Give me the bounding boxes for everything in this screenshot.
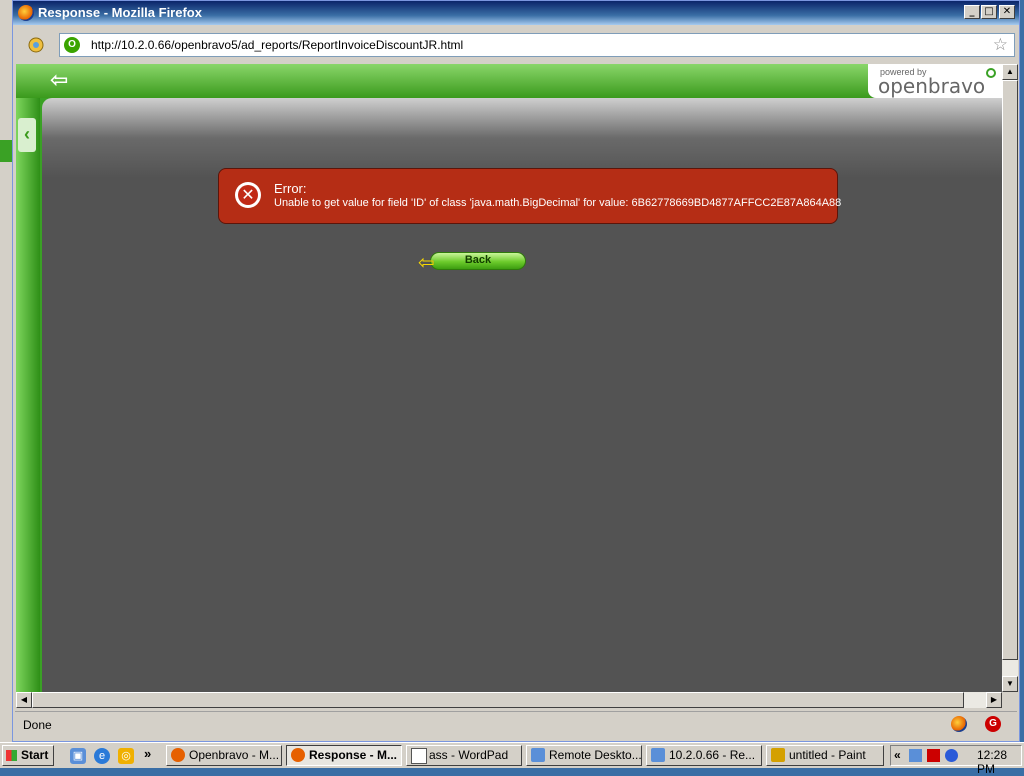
maximize-button[interactable]: □ [981,5,997,19]
page-content: ⇦ powered by openbravo ‹ ✕ Error: Unable… [16,64,1002,692]
remote-desktop-icon [651,748,665,762]
main-panel: ✕ Error: Unable to get value for field '… [42,98,1002,692]
horizontal-scroll-thumb[interactable] [32,692,964,708]
firefox-icon [171,748,185,762]
url-text[interactable]: http://10.2.0.66/openbravo5/ad_reports/R… [91,38,463,52]
firefox-status-icon[interactable] [951,716,967,732]
error-title: Error: [274,181,307,196]
back-arrow-icon[interactable]: ⇦ [418,250,435,274]
vertical-scroll-thumb[interactable] [1002,80,1018,660]
back-arrow-icon[interactable]: ⇦ [50,68,68,93]
title-bar[interactable]: Response - Mozilla Firefox _ □ ✕ [13,1,1019,25]
firefox-icon [291,748,305,762]
task-label: 10.2.0.66 - Re... [669,748,756,762]
browser-window: Response - Mozilla Firefox _ □ ✕ O http:… [12,0,1020,742]
url-bar[interactable]: O http://10.2.0.66/openbravo5/ad_reports… [59,33,1015,57]
task-label: Remote Deskto... [549,748,642,762]
back-button[interactable]: Back ⇦ [418,250,526,274]
scroll-left-arrow-icon[interactable]: ◀ [16,692,32,708]
system-tray: « 12:28 PM [890,745,1022,776]
windows-logo-icon [6,750,17,761]
logo-wordmark: openbravo [878,74,986,98]
task-openbravo[interactable]: Openbravo - M... [166,745,282,766]
collapse-menu-button[interactable]: ‹ [18,118,36,152]
paint-icon [771,748,785,762]
site-identity-icon[interactable]: O [64,37,80,53]
ie-icon[interactable]: e [94,748,110,764]
task-remote-desktop-1[interactable]: Remote Deskto... [526,745,642,766]
task-remote-desktop-2[interactable]: 10.2.0.66 - Re... [646,745,762,766]
task-label: Response - M... [309,748,398,762]
horizontal-scrollbar[interactable]: ◀ ▶ [16,692,1002,708]
error-message-box: ✕ Error: Unable to get value for field '… [218,168,842,224]
status-text: Done [23,718,52,732]
back-button-label[interactable]: Back [430,254,526,266]
minimize-button[interactable]: _ [964,5,980,19]
info-icon[interactable] [945,749,958,762]
error-message: Unable to get value for field 'ID' of cl… [274,197,842,209]
tray-expand-icon[interactable]: « [894,748,901,762]
flag-icon[interactable] [927,749,940,762]
wordpad-icon [411,748,427,764]
scroll-up-arrow-icon[interactable]: ▲ [1002,64,1018,80]
taskbar: Start ▣ e ◎ » Openbravo - M... Response … [0,742,1024,776]
start-label[interactable]: Start [21,746,48,765]
openbravo-logo: powered by openbravo [868,64,1002,98]
task-label: ass - WordPad [429,748,509,762]
app-top-bar: ⇦ powered by openbravo [16,64,1002,98]
status-bar: Done G [15,711,1017,736]
window-title: Response - Mozilla Firefox [38,5,202,20]
show-desktop-icon[interactable]: ▣ [70,748,86,764]
navigation-toolbar: O http://10.2.0.66/openbravo5/ad_reports… [15,29,1017,63]
bookmark-star-icon[interactable]: ☆ [993,35,1008,55]
left-menu-strip: ‹ [16,98,40,692]
vertical-scrollbar[interactable]: ▲ ▼ [1002,64,1018,692]
task-response[interactable]: Response - M... [286,745,402,766]
scroll-down-arrow-icon[interactable]: ▼ [1002,676,1018,692]
task-label: untitled - Paint [789,748,866,762]
task-label: Openbravo - M... [189,748,280,762]
clock[interactable]: 12:28 PM [977,748,1021,776]
error-x-icon: ✕ [238,185,258,205]
close-button[interactable]: ✕ [999,5,1015,19]
logo-ring-icon [986,68,996,78]
quicklaunch-icon[interactable]: ◎ [118,748,134,764]
start-button[interactable]: Start [2,745,54,766]
remote-desktop-icon [531,748,545,762]
addon-status-icon[interactable]: G [985,716,1001,732]
error-icon: ✕ [235,182,261,208]
firefox-icon [18,5,34,21]
scroll-right-arrow-icon[interactable]: ▶ [986,692,1002,708]
task-paint[interactable]: untitled - Paint [766,745,884,766]
gear-icon[interactable] [25,35,47,55]
task-wordpad[interactable]: ass - WordPad [406,745,522,766]
quicklaunch-more-icon[interactable]: » [144,746,151,761]
network-icon[interactable] [909,749,922,762]
